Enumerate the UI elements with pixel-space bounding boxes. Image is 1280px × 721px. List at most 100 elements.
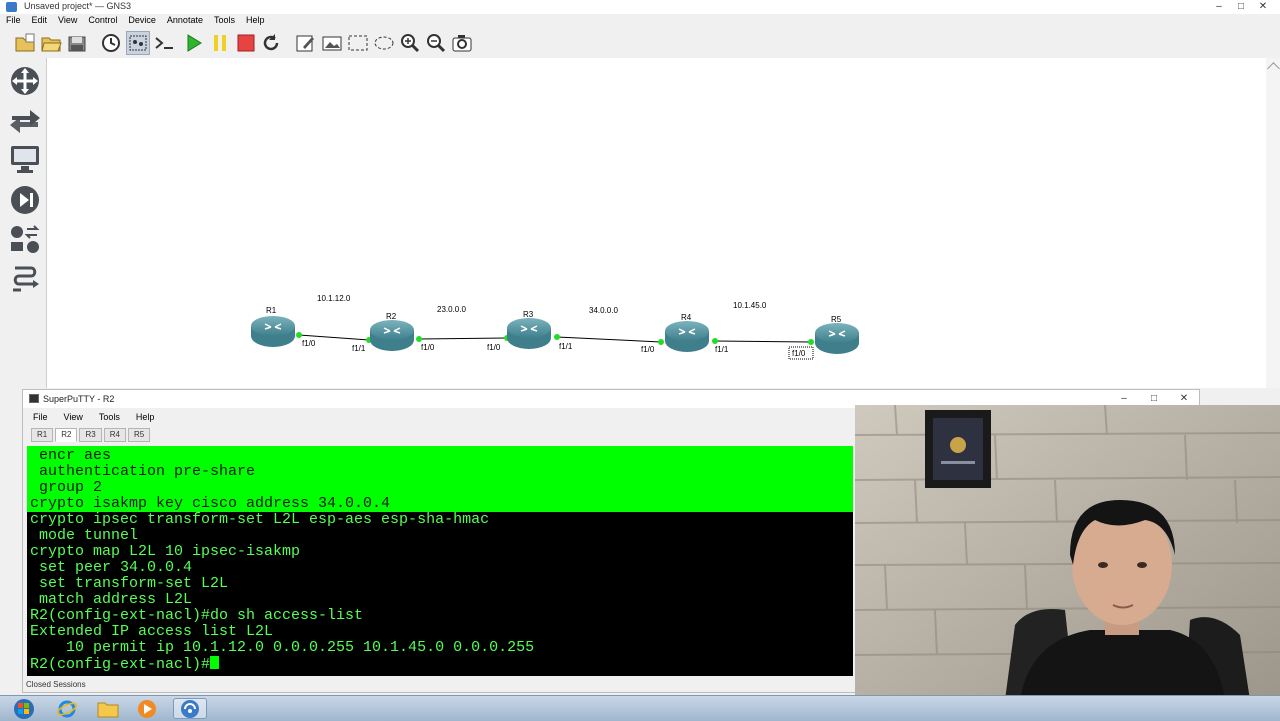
terminal-cursor: [210, 656, 220, 669]
router-r3[interactable]: [507, 318, 551, 349]
draw-ellipse-icon[interactable]: [372, 31, 396, 55]
show-interface-labels-icon[interactable]: [126, 31, 150, 55]
node-label-r3: R3: [523, 310, 534, 319]
interface-label: f1/1: [715, 345, 729, 354]
session-tab-r2[interactable]: R2: [55, 428, 78, 442]
link-status-dot: [554, 334, 560, 340]
gns3-title-bar: Unsaved project* — GNS3 – □ ✕: [0, 0, 1280, 14]
menu-control[interactable]: Control: [82, 14, 122, 28]
terminal-line: 10 permit ip 10.1.12.0 0.0.0.255 10.1.45…: [30, 639, 535, 656]
start-all-icon[interactable]: [182, 31, 206, 55]
topology-canvas[interactable]: R1 R2 R3 R4 R5 10.1.12.0 23.0.0.0 34.0.0…: [46, 58, 1267, 388]
network-label: 10.1.12.0: [317, 294, 351, 303]
superputty-menu-bar: File View Tools Help: [23, 410, 853, 426]
terminal-line: crypto isakmp key cisco address 34.0.0.4: [30, 495, 391, 512]
browse-all-devices-icon[interactable]: [8, 222, 42, 256]
browse-routers-icon[interactable]: [8, 64, 42, 98]
save-project-icon[interactable]: [65, 31, 89, 55]
superputty-close-button[interactable]: ✕: [1169, 392, 1199, 406]
webcam-overlay: [855, 405, 1280, 700]
terminal-line: group 2: [30, 479, 103, 496]
terminal-prompt: R2(config-ext-nacl)#: [30, 656, 211, 673]
menu-annotate[interactable]: Annotate: [161, 14, 208, 28]
start-button-icon[interactable]: [8, 698, 40, 719]
interface-label: f1/1: [559, 342, 573, 351]
suspend-all-icon[interactable]: [208, 31, 232, 55]
terminal-output: encr aes authentication pre-share group …: [30, 448, 534, 673]
superputty-maximize-button[interactable]: □: [1139, 392, 1169, 406]
putty-menu-file[interactable]: File: [23, 410, 54, 426]
superputty-status: Closed Sessions: [26, 680, 86, 689]
putty-menu-view[interactable]: View: [54, 410, 89, 426]
link-r4-r5: [714, 340, 812, 343]
zoom-out-icon[interactable]: [424, 31, 448, 55]
menu-view[interactable]: View: [52, 14, 82, 28]
router-r2[interactable]: [370, 320, 414, 351]
interface-label: f1/0: [302, 339, 316, 348]
link-status-dot: [808, 339, 814, 345]
node-label-r5: R5: [831, 315, 842, 324]
gns3-toolbar: [0, 28, 1280, 59]
router-r5[interactable]: [815, 323, 859, 354]
terminal-line: set transform-set L2L: [30, 575, 229, 592]
browse-security-devices-icon[interactable]: [8, 183, 42, 217]
draw-rectangle-icon[interactable]: [346, 31, 370, 55]
maximize-button[interactable]: □: [1230, 0, 1252, 14]
putty-menu-tools[interactable]: Tools: [89, 410, 126, 426]
browse-end-devices-icon[interactable]: [8, 142, 42, 176]
internet-explorer-icon[interactable]: [52, 698, 82, 719]
terminal-console[interactable]: encr aes authentication pre-share group …: [27, 446, 853, 676]
insert-picture-icon[interactable]: [320, 31, 344, 55]
menu-device[interactable]: Device: [122, 14, 161, 28]
superputty-minimize-button[interactable]: –: [1109, 392, 1139, 406]
superputty-app-icon: [29, 394, 39, 403]
menu-edit[interactable]: Edit: [26, 14, 53, 28]
console-all-icon[interactable]: [152, 31, 176, 55]
scroll-up-icon[interactable]: [1267, 62, 1280, 75]
gns3-app-icon: [6, 2, 17, 12]
session-tab-r1[interactable]: R1: [31, 428, 54, 442]
menu-tools[interactable]: Tools: [208, 14, 240, 28]
window-title: Unsaved project* — GNS3: [24, 1, 132, 11]
webcam-image: [855, 405, 1280, 700]
zoom-in-icon[interactable]: [398, 31, 422, 55]
putty-menu-help[interactable]: Help: [126, 410, 161, 426]
router-r1[interactable]: [251, 316, 295, 347]
interface-label: f1/1: [352, 344, 366, 353]
network-label: 10.1.45.0: [733, 301, 767, 310]
terminal-line: mode tunnel: [30, 527, 139, 544]
reload-all-icon[interactable]: [259, 31, 283, 55]
browse-switches-icon[interactable]: [8, 103, 42, 137]
terminal-line: encr aes: [30, 447, 112, 464]
node-label-r1: R1: [266, 306, 277, 315]
menu-help[interactable]: Help: [240, 14, 270, 28]
menu-file[interactable]: File: [0, 14, 26, 28]
media-player-icon[interactable]: [132, 698, 162, 719]
router-r4[interactable]: [665, 321, 709, 352]
open-project-icon[interactable]: [39, 31, 63, 55]
snapshot-icon[interactable]: [99, 31, 123, 55]
close-button[interactable]: ✕: [1252, 0, 1274, 14]
interface-label: f1/0: [641, 345, 655, 354]
gns3-taskbar-icon[interactable]: [173, 698, 207, 719]
new-project-icon[interactable]: [13, 31, 37, 55]
screenshot-icon[interactable]: [450, 31, 474, 55]
terminal-line: authentication pre-share: [30, 463, 256, 480]
session-tab-r3[interactable]: R3: [79, 428, 102, 442]
terminal-line: crypto map L2L 10 ipsec-isakmp: [30, 543, 301, 560]
session-tab-r4[interactable]: R4: [103, 428, 126, 442]
topology-svg: R1 R2 R3 R4 R5 10.1.12.0 23.0.0.0 34.0.0…: [251, 294, 859, 360]
add-link-icon[interactable]: [8, 262, 42, 296]
link-status-dot: [712, 338, 718, 344]
session-tab-r5[interactable]: R5: [127, 428, 151, 442]
network-label: 34.0.0.0: [589, 306, 618, 315]
canvas-scrollbar[interactable]: [1266, 58, 1280, 388]
stop-all-icon[interactable]: [234, 31, 258, 55]
terminal-line: set peer 34.0.0.4: [30, 559, 193, 576]
file-explorer-icon[interactable]: [93, 698, 123, 719]
minimize-button[interactable]: –: [1208, 0, 1230, 14]
session-tabs: R1 R2 R3 R4 R5: [31, 428, 853, 442]
interface-label: f1/0: [792, 349, 806, 358]
node-label-r4: R4: [681, 313, 692, 322]
add-note-icon[interactable]: [294, 31, 318, 55]
